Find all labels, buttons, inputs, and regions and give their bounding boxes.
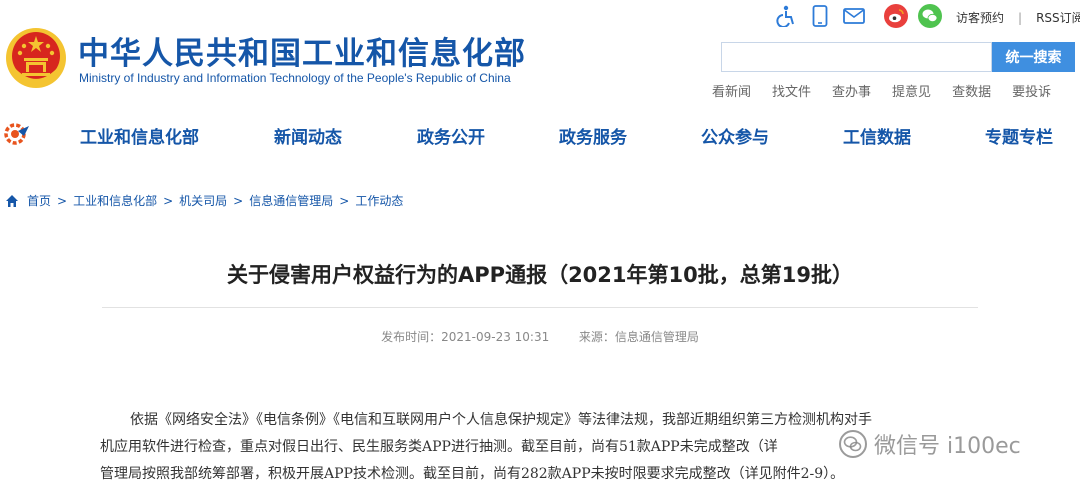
site-subtitle: Ministry of Industry and Information Tec… — [79, 71, 511, 85]
site-title[interactable]: 中华人民共和国工业和信息化部 — [78, 28, 526, 73]
breadcrumb-separator: > — [233, 193, 244, 208]
article-source: 来源：信息通信管理局 — [578, 330, 699, 344]
breadcrumb-separator: > — [57, 193, 68, 208]
main-nav: 工业和信息化部 新闻动态 政务公开 政务服务 公众参与 工信数据 专题专栏 — [0, 110, 1080, 158]
article-title: 关于侵害用户权益行为的APP通报（2021年第10批，总第19批） — [227, 263, 853, 287]
quick-link-data[interactable]: 查数据 — [952, 81, 991, 100]
nav-item-data[interactable]: 工信数据 — [843, 123, 911, 148]
national-emblem-icon[interactable] — [4, 26, 68, 90]
gear-logo-icon[interactable] — [2, 122, 32, 146]
visitor-appointment-link[interactable]: 访客预约 — [956, 9, 1004, 26]
wechat-watermark-icon — [839, 430, 867, 458]
wechat-watermark: 微信号 i100ec — [838, 428, 1021, 460]
article-meta: 发布时间：2021-09-23 10:31 来源：信息通信管理局 — [0, 328, 1080, 345]
quick-link-files[interactable]: 找文件 — [772, 81, 811, 100]
watermark-text: 微信号 i100ec — [874, 434, 1021, 459]
top-links: 访客预约 | RSS订阅 — [956, 9, 1080, 26]
search-button[interactable]: 统一搜索 — [992, 42, 1075, 72]
nav-item-news[interactable]: 新闻动态 — [274, 123, 342, 148]
link-separator: | — [1018, 10, 1023, 25]
quick-link-news[interactable]: 看新闻 — [712, 81, 751, 100]
title-divider — [102, 307, 978, 308]
accessibility-icon[interactable] — [774, 4, 798, 28]
body-line: 管理局按照我部统筹部署，积极开展APP技术检测。截至目前，尚有282款APP未按… — [100, 466, 845, 482]
breadcrumb-work-news[interactable]: 工作动态 — [355, 192, 403, 209]
publish-time: 发布时间：2021-09-23 10:31 — [381, 330, 550, 344]
breadcrumb-separator: > — [163, 193, 174, 208]
quick-link-complaint[interactable]: 要投诉 — [1012, 81, 1051, 100]
top-icon-bar — [774, 4, 952, 28]
mail-icon[interactable] — [842, 4, 866, 28]
breadcrumb-departments[interactable]: 机关司局 — [179, 192, 227, 209]
quick-link-services[interactable]: 查办事 — [832, 81, 871, 100]
mobile-icon[interactable] — [808, 4, 832, 28]
wechat-icon[interactable] — [918, 4, 942, 28]
breadcrumb-home[interactable]: 首页 — [27, 192, 51, 209]
quick-link-feedback[interactable]: 提意见 — [892, 81, 931, 100]
breadcrumb: 首页 > 工业和信息化部 > 机关司局 > 信息通信管理局 > 工作动态 — [5, 192, 403, 209]
home-icon[interactable] — [5, 194, 19, 208]
breadcrumb-ministry[interactable]: 工业和信息化部 — [73, 192, 157, 209]
nav-item-ministry[interactable]: 工业和信息化部 — [80, 123, 199, 148]
weibo-icon[interactable] — [884, 4, 908, 28]
breadcrumb-ict-bureau[interactable]: 信息通信管理局 — [249, 192, 333, 209]
rss-link[interactable]: RSS订阅 — [1036, 9, 1080, 26]
nav-item-public-participation[interactable]: 公众参与 — [701, 123, 769, 148]
quick-links: 看新闻 找文件 查办事 提意见 查数据 要投诉 — [712, 81, 1072, 100]
breadcrumb-separator: > — [339, 193, 350, 208]
nav-item-topics[interactable]: 专题专栏 — [985, 123, 1053, 148]
site-header: 中华人民共和国工业和信息化部 Ministry of Industry and … — [0, 0, 1080, 110]
nav-item-gov-services[interactable]: 政务服务 — [559, 123, 627, 148]
nav-item-gov-affairs[interactable]: 政务公开 — [417, 123, 485, 148]
search-input[interactable] — [721, 42, 992, 72]
